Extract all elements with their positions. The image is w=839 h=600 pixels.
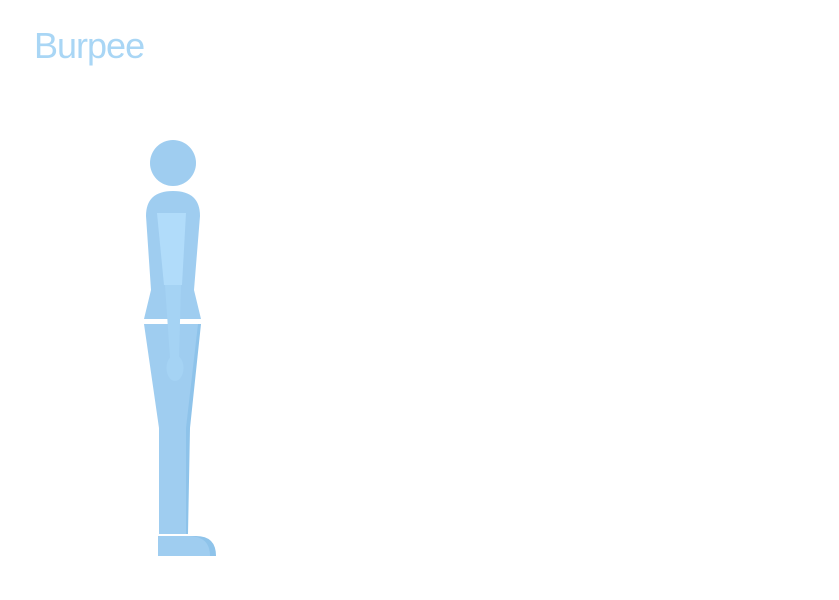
exercise-animation-frame: Burpee bbox=[0, 0, 839, 600]
standing-person-figure bbox=[140, 140, 216, 556]
head bbox=[150, 140, 196, 186]
hand bbox=[166, 355, 184, 381]
